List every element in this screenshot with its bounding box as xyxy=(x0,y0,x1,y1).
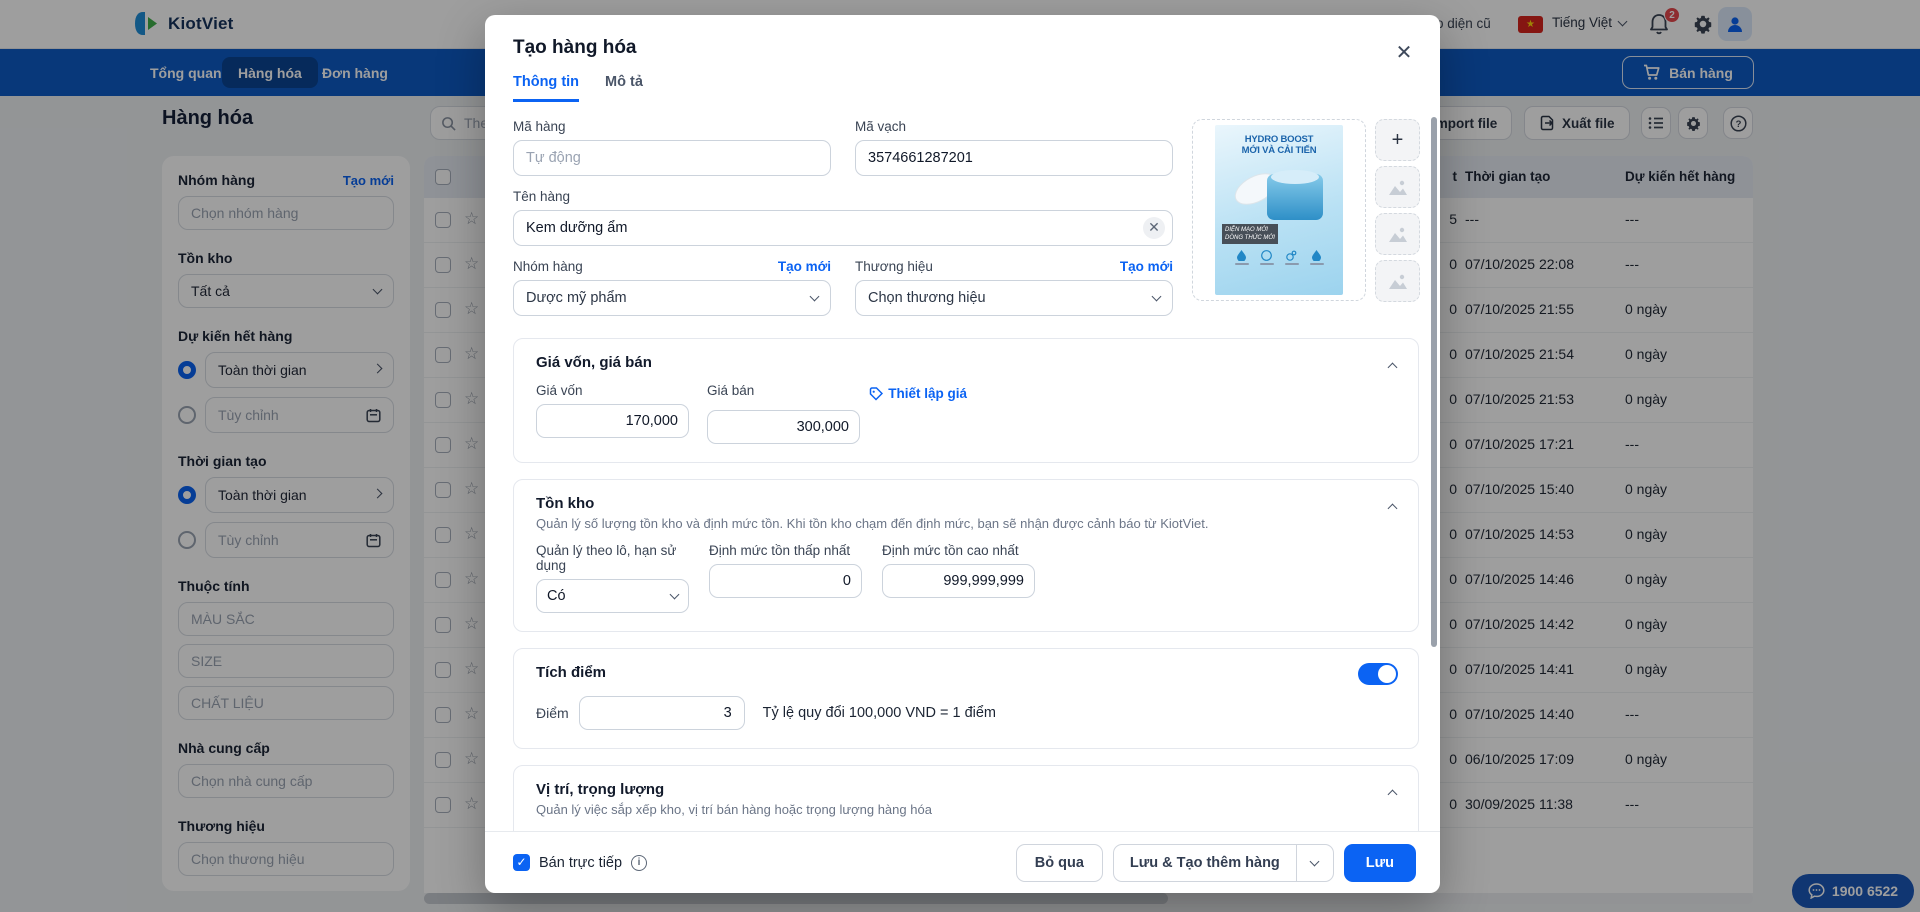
add-image-button[interactable]: + xyxy=(1375,119,1420,161)
image-placeholder-tile[interactable] xyxy=(1375,213,1420,255)
tab-mo-ta[interactable]: Mô tả xyxy=(605,74,643,102)
sale-price-label: Giá bán xyxy=(707,383,754,398)
price-card: Giá vốn, giá bán Giá vốn Giá bán Thiết l… xyxy=(513,338,1419,463)
molecule-icon xyxy=(1286,250,1297,261)
cost-price-label: Giá vốn xyxy=(536,383,689,398)
sale-price-input[interactable] xyxy=(707,410,860,444)
modal-body: Mã hàng Mã vạch Tên hàng ✕ xyxy=(485,103,1440,831)
max-stock-label: Định mức tồn cao nhất xyxy=(882,543,1035,558)
points-label: Điểm xyxy=(536,705,569,721)
info-icon: i xyxy=(631,855,647,871)
screen: KiotViet Giao diện cũ ★ Tiếng Việt 2 xyxy=(0,0,1920,912)
position-card: Vị trí, trọng lượng Quản lý việc sắp xếp… xyxy=(513,765,1419,831)
modal-tabs: Thông tin Mô tả xyxy=(485,74,1440,103)
modal-footer: ✓ Bán trực tiếp i Bỏ qua Lưu & Tạo thêm … xyxy=(485,831,1440,893)
barcode-label: Mã vạch xyxy=(855,119,1173,134)
points-rate-text: Tỷ lệ quy đổi 100,000 VND = 1 điểm xyxy=(763,705,996,721)
modal-title: Tạo hàng hóa xyxy=(513,37,1412,59)
chevron-down-icon xyxy=(670,590,680,600)
jar-graphic xyxy=(1215,160,1343,224)
points-card: Tích điểm Điểm Tỷ lệ quy đổi 100,000 VND… xyxy=(513,648,1419,749)
image-icon xyxy=(1388,273,1408,290)
create-brand-link[interactable]: Tạo mới xyxy=(1120,259,1173,274)
price-setup-link[interactable]: Thiết lập giá xyxy=(869,386,967,401)
tag-icon xyxy=(869,387,883,401)
brand-label: Thương hiệu xyxy=(855,259,933,274)
photo-feature-icons xyxy=(1235,250,1324,265)
save-button[interactable]: Lưu xyxy=(1344,844,1416,882)
product-code-input[interactable] xyxy=(513,140,831,176)
close-icon[interactable]: ✕ xyxy=(1390,39,1418,67)
image-icon xyxy=(1388,179,1408,196)
create-product-modal: Tạo hàng hóa ✕ Thông tin Mô tả Mã hàng M… xyxy=(485,15,1440,893)
direct-sale-checkbox[interactable]: ✓ xyxy=(513,854,530,871)
lot-management-select[interactable]: Có xyxy=(536,579,689,613)
modal-scrollbar-thumb[interactable] xyxy=(1431,117,1437,647)
points-card-title: Tích điểm xyxy=(536,664,1396,681)
product-group-label: Nhóm hàng xyxy=(513,259,583,274)
max-stock-input[interactable] xyxy=(882,564,1035,598)
tab-thong-tin[interactable]: Thông tin xyxy=(513,74,579,102)
create-group-link[interactable]: Tạo mới xyxy=(778,259,831,274)
droplet-icon xyxy=(1237,250,1246,261)
barcode-input[interactable] xyxy=(855,140,1173,176)
stock-card-title: Tồn kho xyxy=(536,495,1396,512)
image-placeholder-tile[interactable] xyxy=(1375,260,1420,302)
chevron-down-icon[interactable] xyxy=(1297,861,1333,865)
brand-select[interactable]: Chọn thương hiệu xyxy=(855,280,1173,316)
position-card-description: Quản lý việc sắp xếp kho, vị trí bán hàn… xyxy=(536,802,1396,817)
stock-card: Tồn kho Quản lý số lượng tồn kho và định… xyxy=(513,479,1419,632)
points-toggle[interactable] xyxy=(1358,663,1398,685)
clock-icon xyxy=(1261,250,1272,261)
price-card-title: Giá vốn, giá bán xyxy=(536,354,1396,371)
product-name-input[interactable] xyxy=(513,210,1173,246)
points-input[interactable] xyxy=(579,696,745,730)
save-and-create-button[interactable]: Lưu & Tạo thêm hàng xyxy=(1113,844,1334,882)
image-icon xyxy=(1388,226,1408,243)
cost-price-input[interactable] xyxy=(536,404,689,438)
skip-button[interactable]: Bỏ qua xyxy=(1016,844,1103,882)
product-images-panel: HYDRO BOOST MỚI VÀ CẢI TIẾN DIỆN MẠO MỚI… xyxy=(1192,119,1420,316)
product-group-select[interactable]: Dược mỹ phẩm xyxy=(513,280,831,316)
product-code-label: Mã hàng xyxy=(513,119,831,134)
product-name-label: Tên hàng xyxy=(513,189,1173,204)
min-stock-label: Định mức tồn thấp nhất xyxy=(709,543,862,558)
position-card-title: Vị trí, trọng lượng xyxy=(536,781,1396,798)
main-product-image[interactable]: HYDRO BOOST MỚI VÀ CẢI TIẾN DIỆN MẠO MỚI… xyxy=(1192,119,1366,301)
clear-input-icon[interactable]: ✕ xyxy=(1143,217,1165,239)
photo-badge: DIỆN MẠO MỚI DÒNG THỨC MỚI xyxy=(1222,224,1278,244)
chevron-down-icon xyxy=(1152,292,1162,302)
stock-card-description: Quản lý số lượng tồn kho và định mức tồn… xyxy=(536,516,1396,531)
chevron-down-icon xyxy=(810,292,820,302)
droplet-icon xyxy=(1312,250,1321,261)
direct-sale-label: Bán trực tiếp xyxy=(539,855,622,871)
lot-management-label: Quản lý theo lô, hạn sử dụng xyxy=(536,543,689,573)
min-stock-input[interactable] xyxy=(709,564,862,598)
image-placeholder-tile[interactable] xyxy=(1375,166,1420,208)
product-photo: HYDRO BOOST MỚI VÀ CẢI TIẾN DIỆN MẠO MỚI… xyxy=(1215,125,1343,295)
